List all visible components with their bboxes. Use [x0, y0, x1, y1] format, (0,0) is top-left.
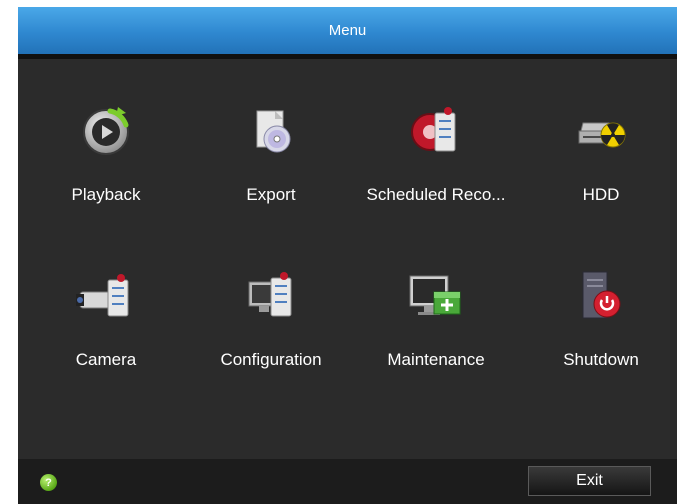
hdd-icon	[571, 101, 631, 161]
playback-icon	[76, 101, 136, 161]
menu-item-export[interactable]: Export	[189, 59, 353, 209]
menu-item-label: Shutdown	[563, 350, 639, 369]
menu-item-label: Export	[246, 185, 296, 204]
help-icon[interactable]: ?	[40, 474, 57, 491]
menu-item-playback[interactable]: Playback	[24, 59, 188, 209]
menu-item-maintenance[interactable]: Maintenance	[354, 224, 518, 374]
exit-button[interactable]: Exit	[528, 466, 651, 496]
menu-item-label: Configuration	[220, 350, 322, 369]
menu-item-label: Maintenance	[387, 350, 485, 369]
menu-item-label: Camera	[75, 350, 137, 369]
menu-window: Menu Playback Export Scheduled Reco... H…	[18, 7, 677, 504]
configuration-icon	[241, 266, 301, 326]
menu-item-shutdown[interactable]: Shutdown	[519, 224, 677, 374]
menu-grid: Playback Export Scheduled Reco... HDD Ca…	[18, 59, 677, 459]
maintenance-icon	[406, 266, 466, 326]
window-title: Menu	[328, 22, 367, 39]
footer-bar: ? Exit	[18, 459, 677, 504]
title-bar: Menu	[18, 7, 677, 59]
shutdown-icon	[571, 266, 631, 326]
menu-item-label: Scheduled Reco...	[366, 185, 506, 204]
menu-item-hdd[interactable]: HDD	[519, 59, 677, 209]
export-disc-icon	[241, 101, 301, 161]
menu-item-label: HDD	[582, 185, 620, 204]
help-glyph: ?	[45, 476, 52, 489]
record-schedule-icon	[406, 101, 466, 161]
camera-config-icon	[76, 266, 136, 326]
menu-item-configuration[interactable]: Configuration	[189, 224, 353, 374]
menu-item-camera[interactable]: Camera	[24, 224, 188, 374]
menu-item-scheduled-recording[interactable]: Scheduled Reco...	[354, 59, 518, 209]
menu-item-label: Playback	[71, 185, 141, 204]
